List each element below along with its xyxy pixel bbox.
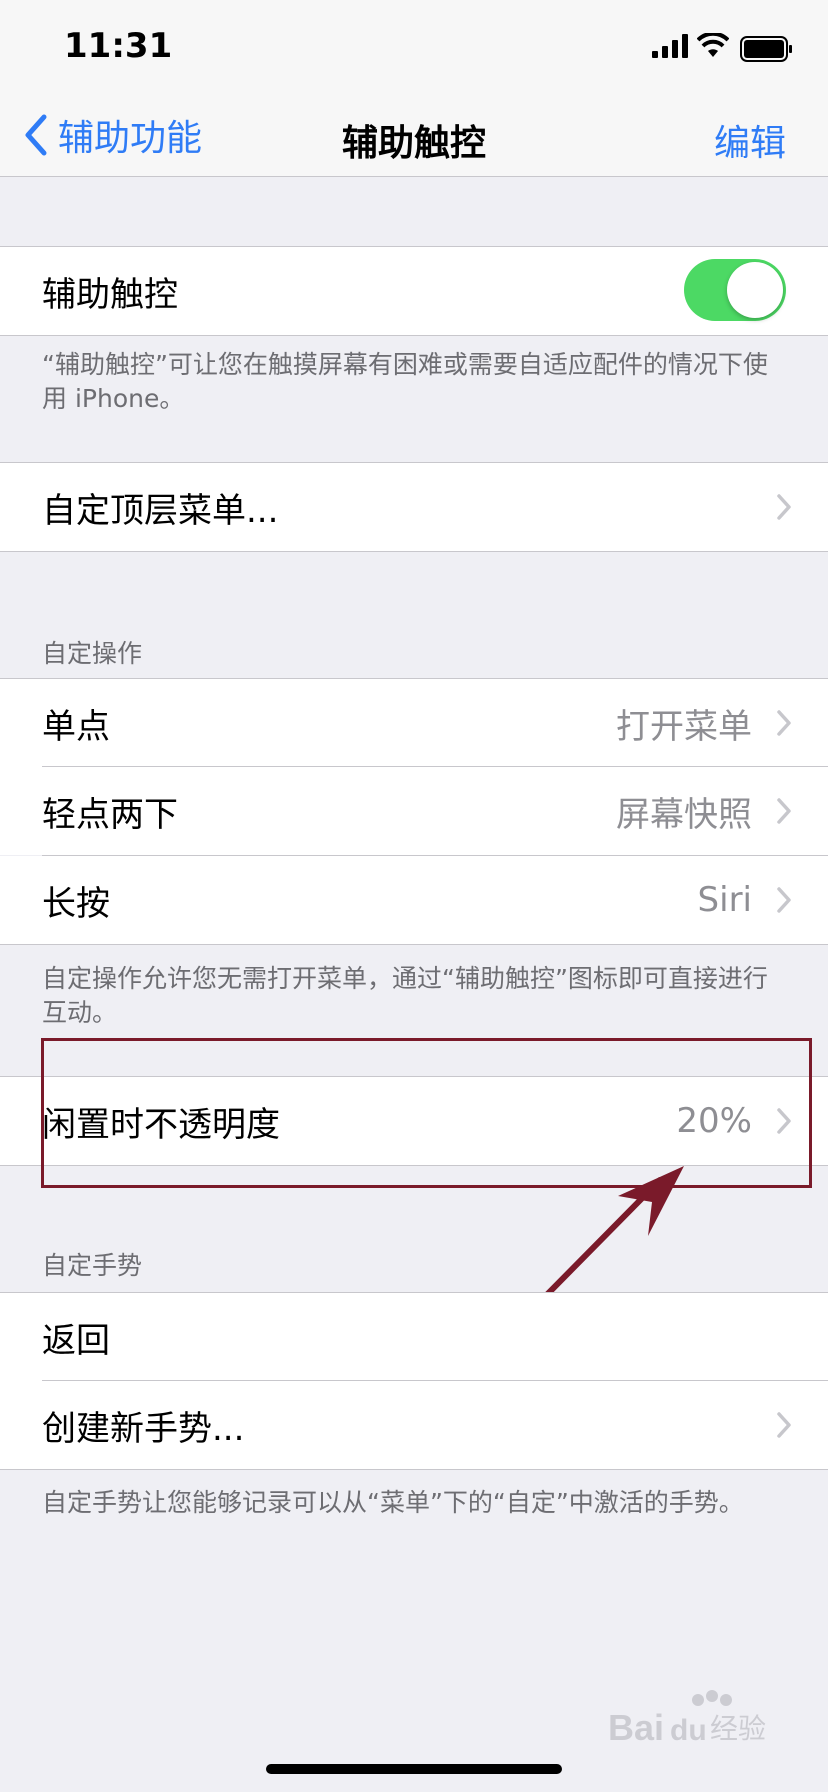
gesture-back-row[interactable]: 返回 — [0, 1292, 828, 1381]
list-item-value: 屏幕快照 — [616, 794, 752, 835]
custom-actions-description: 自定操作允许您无需打开菜单，通过“辅助触控”图标即可直接进行互动。 — [42, 964, 768, 1027]
custom-gestures-header: 自定手势 — [42, 1251, 143, 1280]
chevron-right-icon — [776, 493, 792, 525]
chevron-right-icon — [776, 797, 792, 829]
customize-top-menu-label: 自定顶层菜单... — [42, 490, 279, 531]
create-new-gesture-row[interactable]: 创建新手势... — [0, 1381, 828, 1470]
list-item-label: 返回 — [42, 1320, 110, 1361]
toggle-knob — [727, 262, 783, 318]
svg-text:du: du — [670, 1714, 707, 1747]
custom-action-long-press-row[interactable]: 长按 Siri — [0, 856, 828, 945]
assistivetouch-description: “辅助触控”可让您在触摸屏幕有困难或需要自适应配件的情况下使用 iPhone。 — [42, 350, 768, 413]
chevron-right-icon — [776, 1411, 792, 1443]
list-item-value: 打开菜单 — [616, 706, 752, 747]
list-item-label: 长按 — [42, 883, 110, 924]
svg-text:经验: 经验 — [710, 1712, 766, 1745]
chevron-right-icon — [776, 709, 792, 741]
assistivetouch-row: 辅助触控 — [0, 246, 828, 336]
status-time: 11:31 — [64, 26, 173, 66]
chevron-right-icon — [776, 886, 792, 918]
list-item-label: 轻点两下 — [42, 794, 178, 835]
assistivetouch-toggle[interactable] — [684, 259, 786, 321]
baidu-watermark-logo: Bai du 经验 — [608, 1690, 788, 1764]
list-item-label: 单点 — [42, 706, 110, 747]
edit-button[interactable]: 编辑 — [714, 114, 786, 166]
custom-action-double-tap-row[interactable]: 轻点两下 屏幕快照 — [0, 767, 828, 855]
cellular-signal-icon — [652, 34, 690, 62]
battery-icon — [740, 36, 794, 66]
assistivetouch-label: 辅助触控 — [42, 274, 178, 315]
list-item-label: 创建新手势... — [42, 1408, 245, 1449]
custom-gestures-description: 自定手势让您能够记录可以从“菜单”下的“自定”中激活的手势。 — [42, 1488, 744, 1517]
custom-action-single-tap-row[interactable]: 单点 打开菜单 — [0, 678, 828, 767]
home-indicator[interactable] — [266, 1764, 562, 1774]
custom-actions-header: 自定操作 — [42, 639, 143, 668]
page-title: 辅助触控 — [341, 123, 486, 164]
status-bar: 11:31 — [0, 0, 828, 100]
list-item-value: Siri — [697, 880, 752, 920]
navigation-bar: 辅助功能 辅助触控 编辑 — [0, 100, 828, 177]
svg-text:Bai: Bai — [608, 1707, 664, 1748]
wifi-icon — [696, 31, 730, 63]
customize-top-menu-row[interactable]: 自定顶层菜单... — [0, 462, 828, 552]
